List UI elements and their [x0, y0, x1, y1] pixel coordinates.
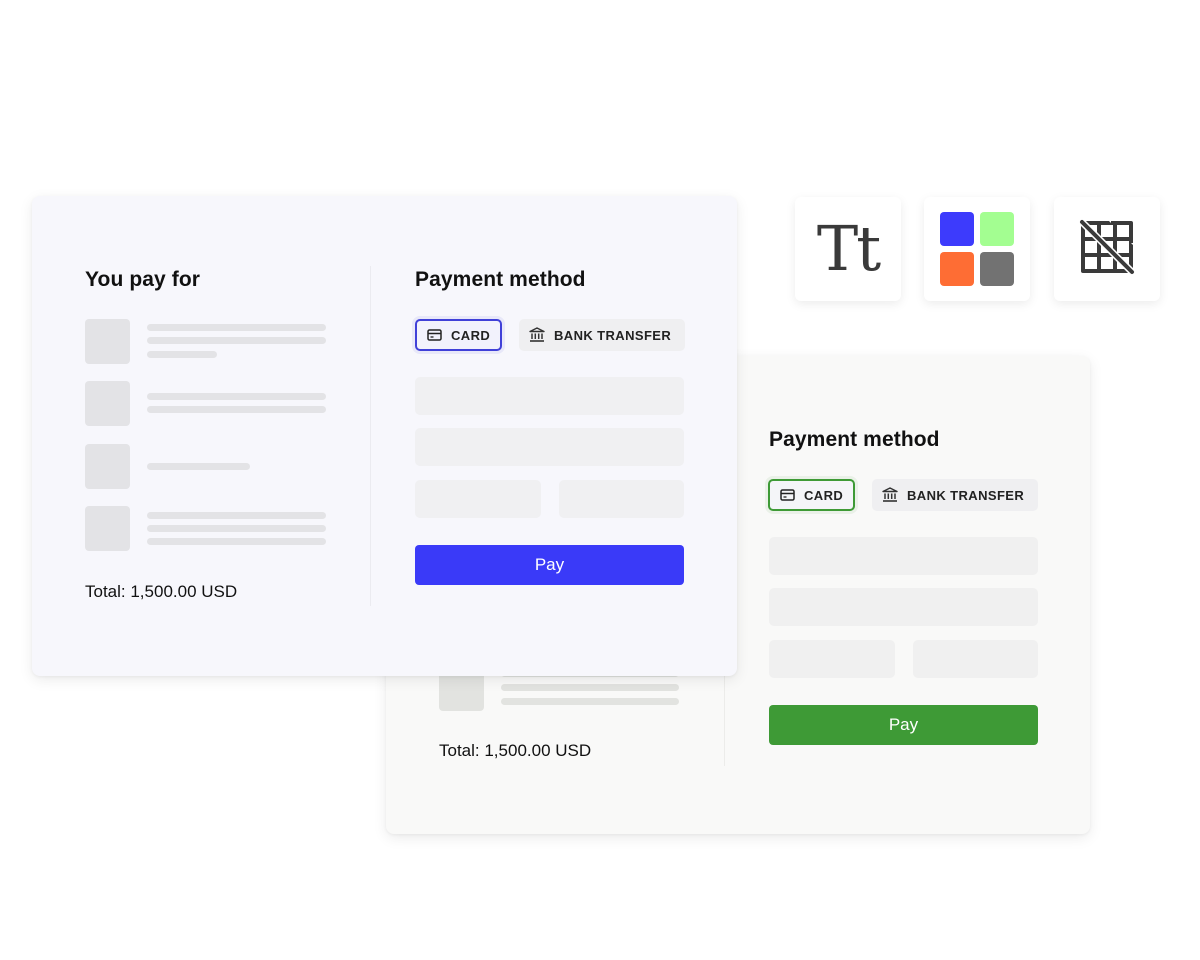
order-summary-heading: You pay for	[85, 268, 201, 291]
cardholder-name-field[interactable]	[769, 588, 1038, 626]
bank-icon	[882, 487, 898, 503]
item-placeholder-line	[147, 512, 326, 519]
payment-method-heading: Payment method	[415, 268, 586, 291]
item-placeholder-line	[147, 406, 326, 413]
grid-off-icon	[1079, 219, 1135, 280]
color-palette-icon	[940, 212, 1014, 286]
tab-bank-transfer-label: BANK TRANSFER	[554, 327, 672, 343]
color-swatch-blue	[940, 212, 974, 246]
order-total: Total: 1,500.00 USD	[85, 582, 238, 601]
tab-card[interactable]: CARD	[768, 479, 855, 511]
tab-card[interactable]: CARD	[415, 319, 502, 351]
section-divider	[370, 266, 371, 606]
item-placeholder-line	[147, 393, 326, 400]
pay-button[interactable]: Pay	[769, 705, 1038, 745]
expiry-date-field[interactable]	[769, 640, 895, 678]
item-placeholder-line	[501, 684, 679, 691]
credit-card-icon	[780, 487, 795, 503]
item-thumbnail	[85, 381, 130, 426]
item-placeholder-line	[147, 463, 250, 470]
card-number-field[interactable]	[769, 537, 1038, 575]
card-number-field[interactable]	[415, 377, 684, 415]
item-placeholder-line	[501, 698, 679, 705]
tab-card-label: CARD	[451, 327, 491, 343]
order-total: Total: 1,500.00 USD	[439, 741, 592, 760]
bank-icon	[529, 327, 545, 343]
item-placeholder-line	[147, 525, 326, 532]
checkout-card-blue: You pay for Total: 1,500.00 USD Payment …	[32, 196, 737, 676]
item-thumbnail	[85, 506, 130, 551]
tab-bank-transfer[interactable]: BANK TRANSFER	[872, 479, 1038, 511]
item-thumbnail	[85, 319, 130, 364]
cvc-field[interactable]	[913, 640, 1038, 678]
pay-button[interactable]: Pay	[415, 545, 684, 585]
item-placeholder-line	[147, 351, 217, 358]
item-thumbnail	[85, 444, 130, 489]
typography-tool-tile[interactable]: Tt	[795, 197, 901, 301]
layout-grid-tool-tile[interactable]	[1054, 197, 1160, 301]
color-swatch-gray	[980, 252, 1014, 286]
cardholder-name-field[interactable]	[415, 428, 684, 466]
color-palette-tool-tile[interactable]	[924, 197, 1030, 301]
payment-method-heading: Payment method	[769, 428, 940, 451]
expiry-date-field[interactable]	[415, 480, 541, 518]
item-placeholder-line	[147, 538, 326, 545]
typography-icon: Tt	[816, 212, 881, 285]
item-placeholder-line	[147, 337, 326, 344]
color-swatch-orange	[940, 252, 974, 286]
color-swatch-green	[980, 212, 1014, 246]
tab-card-label: CARD	[804, 487, 844, 503]
tab-bank-transfer-label: BANK TRANSFER	[907, 487, 1025, 503]
cvc-field[interactable]	[559, 480, 684, 518]
credit-card-icon	[427, 327, 442, 343]
item-placeholder-line	[147, 324, 326, 331]
tab-bank-transfer[interactable]: BANK TRANSFER	[519, 319, 685, 351]
